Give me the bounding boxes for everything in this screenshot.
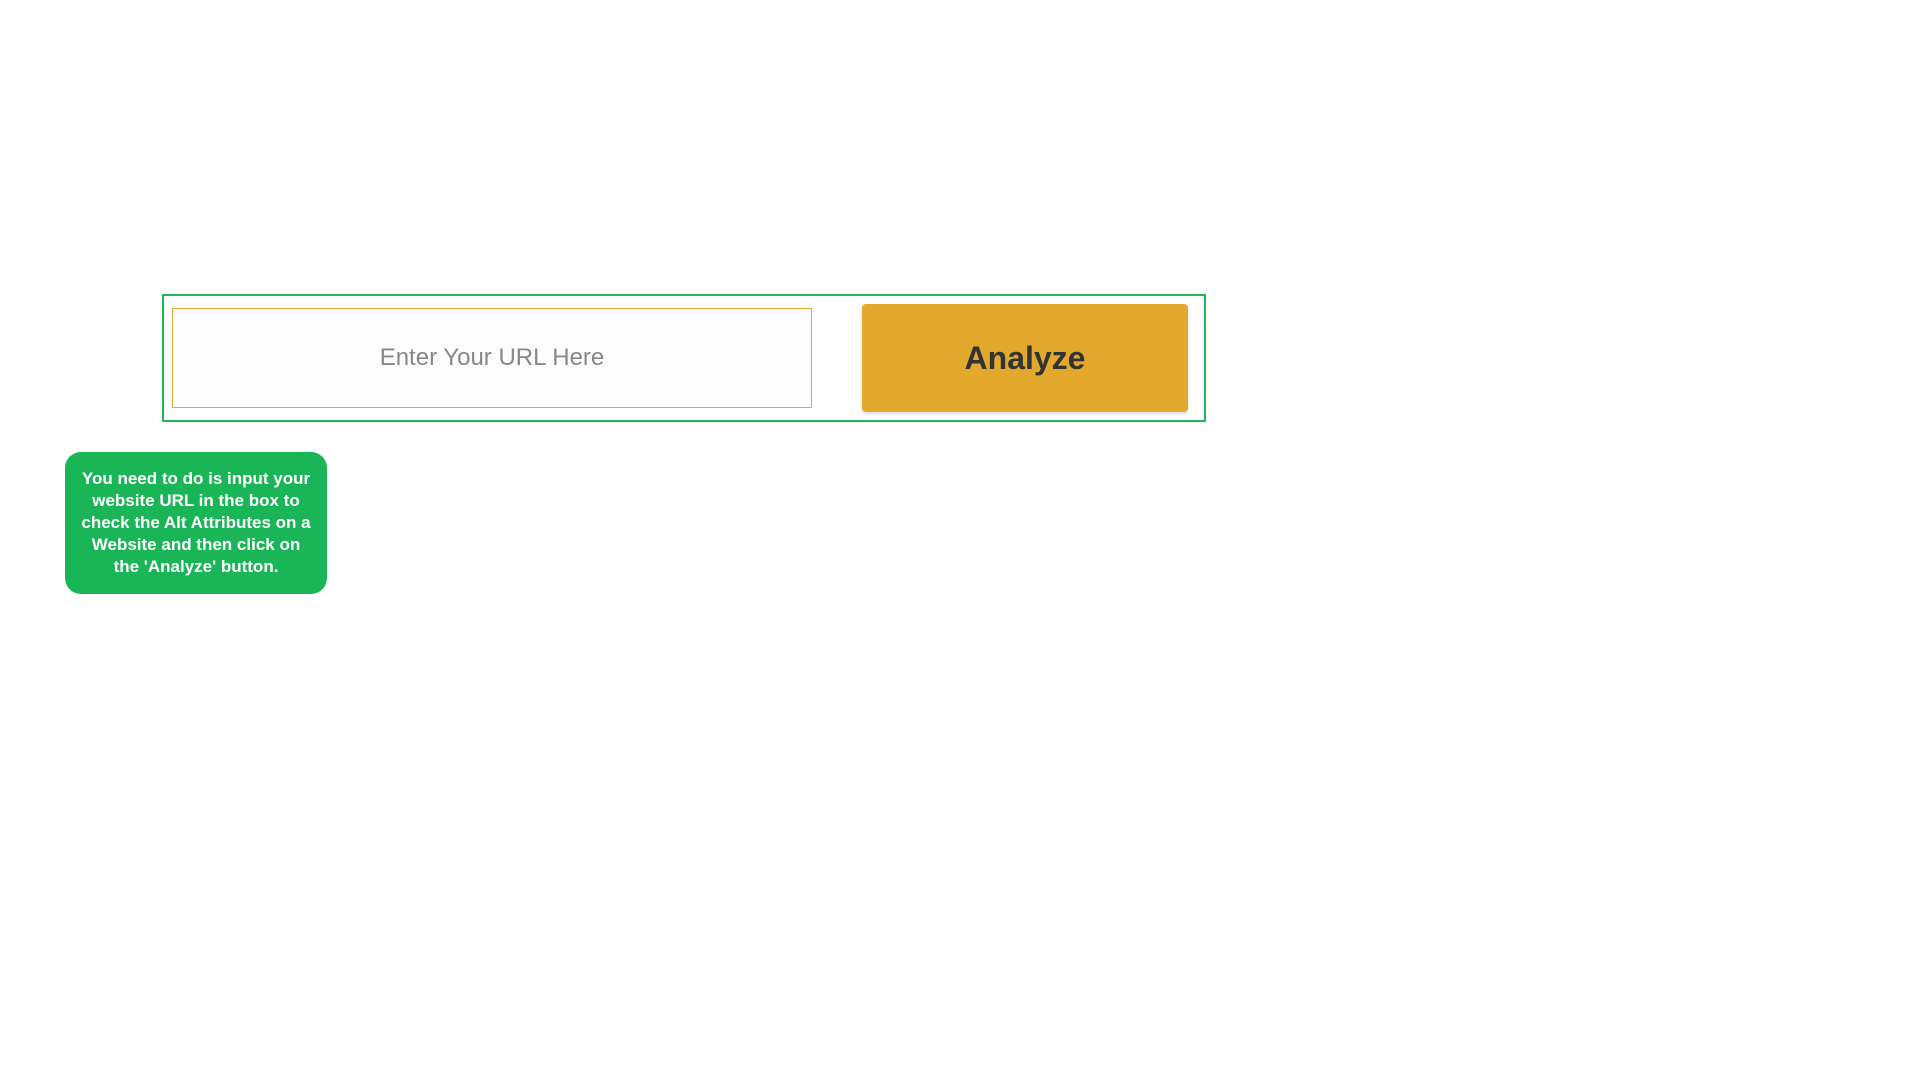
url-analyzer-form: Analyze (162, 294, 1206, 422)
instruction-tooltip: You need to do is input your website URL… (65, 452, 327, 594)
url-input[interactable] (172, 308, 812, 408)
analyze-button[interactable]: Analyze (862, 304, 1188, 412)
